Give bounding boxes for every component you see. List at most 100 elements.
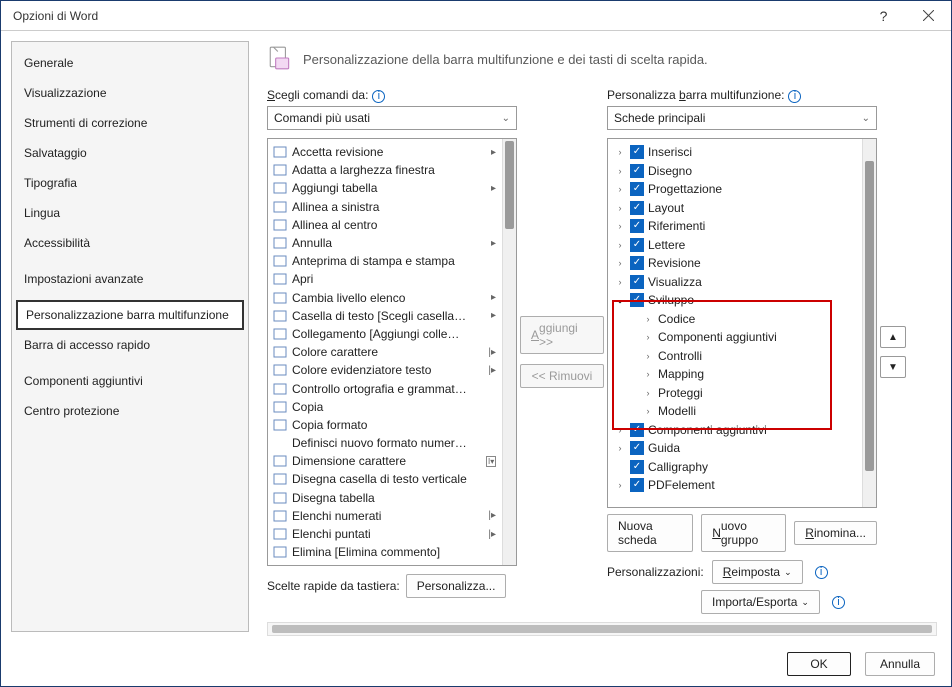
expand-arrow-icon[interactable]: › <box>614 221 626 231</box>
expand-arrow-icon[interactable]: › <box>614 277 626 287</box>
tree-checkbox[interactable] <box>630 145 644 159</box>
new-tab-button[interactable]: Nuova scheda <box>607 514 693 552</box>
expand-arrow-icon[interactable]: › <box>642 332 654 342</box>
tree-checkbox[interactable] <box>630 460 644 474</box>
customize-shortcuts-button[interactable]: Personalizza... <box>406 574 507 598</box>
tree-item[interactable]: ›Lettere <box>610 236 860 255</box>
expand-arrow-icon[interactable]: › <box>614 240 626 250</box>
tree-item[interactable]: ›Layout <box>610 199 860 218</box>
sidebar-item[interactable]: Accessibilità <box>12 228 248 258</box>
info-icon[interactable]: i <box>815 566 828 579</box>
sidebar-item[interactable]: Salvataggio <box>12 138 248 168</box>
command-item[interactable]: Controllo ortografia e grammat… <box>270 379 500 397</box>
expand-arrow-icon[interactable]: › <box>614 166 626 176</box>
move-down-button[interactable]: ▼ <box>880 356 906 378</box>
tree-item[interactable]: ›Modelli <box>610 402 860 421</box>
tree-item[interactable]: ›Proteggi <box>610 384 860 403</box>
rename-button[interactable]: Rinomina... <box>794 521 877 545</box>
command-item[interactable]: Allinea al centro <box>270 216 500 234</box>
commands-scrollbar[interactable] <box>502 139 516 565</box>
sidebar-item[interactable]: Strumenti di correzione <box>12 108 248 138</box>
command-item[interactable]: Colore evidenziatore testo|▸ <box>270 361 500 379</box>
command-item[interactable]: Anteprima di stampa e stampa <box>270 252 500 270</box>
command-item[interactable]: Elenchi puntati|▸ <box>270 525 500 543</box>
tree-item[interactable]: ›PDFelement <box>610 476 860 495</box>
tree-checkbox[interactable] <box>630 275 644 289</box>
tree-item[interactable]: ›Mapping <box>610 365 860 384</box>
tree-item[interactable]: ⌄Sviluppo <box>610 291 860 310</box>
expand-arrow-icon[interactable]: › <box>614 147 626 157</box>
command-item[interactable]: Disegna tabella <box>270 489 500 507</box>
choose-commands-dropdown[interactable]: Comandi più usati⌄ <box>267 106 517 130</box>
command-item[interactable]: Annulla▸ <box>270 234 500 252</box>
command-item[interactable]: Cambia livello elenco▸ <box>270 289 500 307</box>
tree-item[interactable]: ›Controlli <box>610 347 860 366</box>
tree-item[interactable]: ›Guida <box>610 439 860 458</box>
sidebar-item[interactable]: Impostazioni avanzate <box>12 264 248 294</box>
tree-checkbox[interactable] <box>630 478 644 492</box>
command-item[interactable]: Definisci nuovo formato numer… <box>270 434 500 452</box>
reset-dropdown[interactable]: Reimposta ⌄ <box>712 560 803 584</box>
tree-item[interactable]: ›Componenti aggiuntivi <box>610 421 860 440</box>
sidebar-item[interactable]: Lingua <box>12 198 248 228</box>
command-item[interactable]: Casella di testo [Scegli casella…▸ <box>270 307 500 325</box>
help-button[interactable]: ? <box>861 1 906 30</box>
tree-item[interactable]: ›Codice <box>610 310 860 329</box>
command-item[interactable]: Adatta a larghezza finestra <box>270 161 500 179</box>
command-item[interactable]: Dimensione carattereI▾ <box>270 452 500 470</box>
tree-item[interactable]: Calligraphy <box>610 458 860 477</box>
expand-arrow-icon[interactable]: › <box>614 184 626 194</box>
sidebar-item[interactable]: Barra di accesso rapido <box>12 330 248 360</box>
ribbon-tree[interactable]: ›Inserisci›Disegno›Progettazione›Layout›… <box>607 138 877 508</box>
sidebar-item[interactable]: Centro protezione <box>12 396 248 426</box>
tree-item[interactable]: ›Visualizza <box>610 273 860 292</box>
tree-checkbox[interactable] <box>630 423 644 437</box>
command-item[interactable]: Allinea a sinistra <box>270 198 500 216</box>
remove-button[interactable]: << Rimuovi <box>520 364 604 388</box>
tree-checkbox[interactable] <box>630 256 644 270</box>
expand-arrow-icon[interactable]: › <box>642 388 654 398</box>
import-export-dropdown[interactable]: Importa/Esporta ⌄ <box>701 590 820 614</box>
add-button[interactable]: Aggiungi >> <box>520 316 604 354</box>
move-up-button[interactable]: ▲ <box>880 326 906 348</box>
sidebar-item[interactable]: Visualizzazione <box>12 78 248 108</box>
customize-ribbon-dropdown[interactable]: Schede principali⌄ <box>607 106 877 130</box>
command-item[interactable]: Copia formato <box>270 416 500 434</box>
command-item[interactable]: Aggiungi tabella▸ <box>270 179 500 197</box>
ok-button[interactable]: OK <box>787 652 851 676</box>
expand-arrow-icon[interactable]: › <box>614 425 626 435</box>
command-item[interactable]: Disegna casella di testo verticale <box>270 470 500 488</box>
sidebar-item[interactable]: Tipografia <box>12 168 248 198</box>
expand-arrow-icon[interactable]: ⌄ <box>614 295 626 306</box>
command-item[interactable]: Colore carattere|▸ <box>270 343 500 361</box>
ribbon-scrollbar[interactable] <box>862 139 876 507</box>
tree-checkbox[interactable] <box>630 441 644 455</box>
tree-checkbox[interactable] <box>630 293 644 307</box>
expand-arrow-icon[interactable]: › <box>614 480 626 490</box>
command-item[interactable]: Accetta revisione▸ <box>270 143 500 161</box>
tree-item[interactable]: ›Inserisci <box>610 143 860 162</box>
expand-arrow-icon[interactable]: › <box>642 314 654 324</box>
command-item[interactable]: Elenchi numerati|▸ <box>270 507 500 525</box>
expand-arrow-icon[interactable]: › <box>642 406 654 416</box>
tree-checkbox[interactable] <box>630 201 644 215</box>
commands-listbox[interactable]: Accetta revisione▸Adatta a larghezza fin… <box>267 138 517 566</box>
tree-checkbox[interactable] <box>630 164 644 178</box>
expand-arrow-icon[interactable]: › <box>614 258 626 268</box>
info-icon[interactable]: i <box>788 90 801 103</box>
command-item[interactable]: Copia <box>270 398 500 416</box>
tree-checkbox[interactable] <box>630 219 644 233</box>
expand-arrow-icon[interactable]: › <box>614 203 626 213</box>
horizontal-scrollbar[interactable] <box>267 622 937 636</box>
tree-item[interactable]: ›Revisione <box>610 254 860 273</box>
tree-checkbox[interactable] <box>630 182 644 196</box>
sidebar-item[interactable]: Generale <box>12 48 248 78</box>
tree-item[interactable]: ›Componenti aggiuntivi <box>610 328 860 347</box>
command-item[interactable]: Collegamento [Aggiungi colle… <box>270 325 500 343</box>
command-item[interactable]: Apri <box>270 270 500 288</box>
sidebar-item[interactable]: Personalizzazione barra multifunzione <box>16 300 244 330</box>
new-group-button[interactable]: Nuovo gruppo <box>701 514 786 552</box>
info-icon[interactable]: i <box>372 90 385 103</box>
expand-arrow-icon[interactable]: › <box>642 369 654 379</box>
info-icon[interactable]: i <box>832 596 845 609</box>
